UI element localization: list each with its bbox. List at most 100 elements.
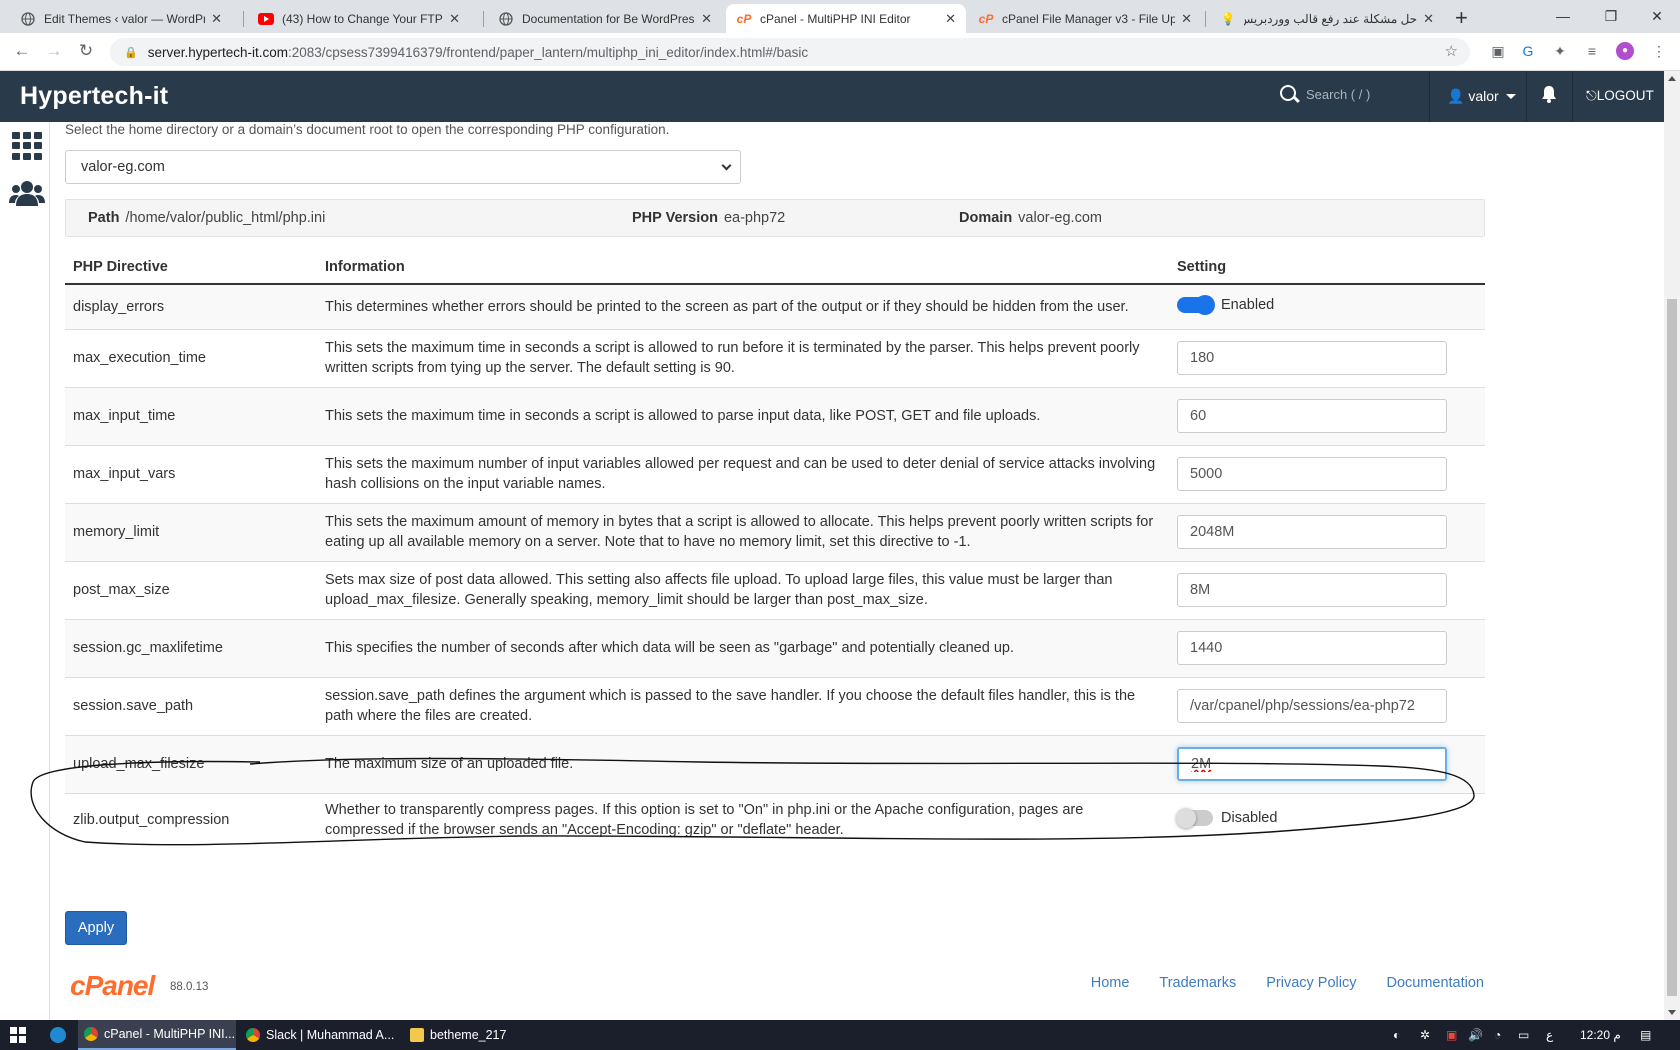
back-icon[interactable]: ← [10, 41, 34, 61]
bell-icon[interactable] [1541, 85, 1557, 103]
directive-info: This sets the maximum time in seconds a … [317, 328, 1169, 387]
taskbar-app-label: Slack | Muhammad A... [266, 1028, 395, 1042]
directive-name: upload_max_filesize [65, 734, 317, 793]
close-window-icon[interactable]: ✕ [1634, 4, 1680, 28]
footer-link-trademarks[interactable]: Trademarks [1159, 975, 1236, 991]
cpanel-icon: cP [978, 11, 994, 26]
browser-tab[interactable]: 💡 حل مشكلة عند رفع قالب ووردبريس ✕ [1210, 4, 1444, 33]
profile-avatar-icon[interactable]: ● [1616, 42, 1634, 60]
taskbar-app-slack[interactable]: Slack | Muhammad A... [240, 1020, 400, 1050]
toggle-knob[interactable] [1195, 294, 1215, 315]
setting-input-session-save-path[interactable] [1177, 689, 1447, 723]
reading-list-icon[interactable]: ≡ [1583, 42, 1601, 60]
domain-value: valor-eg.com [1018, 210, 1102, 226]
apps-grid-icon[interactable] [12, 132, 42, 160]
close-icon[interactable]: ✕ [701, 11, 712, 27]
setting-input-post-max-size[interactable] [1177, 573, 1447, 607]
toggle-track[interactable] [1176, 807, 1213, 828]
path-value: /home/valor/public_html/php.ini [125, 210, 326, 226]
domain-select[interactable]: valor-eg.com [65, 150, 741, 184]
bookmark-star-icon[interactable]: ☆ [1445, 42, 1458, 60]
taskbar-app-chrome[interactable]: cPanel - MultiPHP INI... [78, 1020, 236, 1050]
url-path: :2083/cpsess7399416379/frontend/paper_la… [288, 44, 809, 60]
toggle-track[interactable] [1177, 294, 1215, 315]
new-tab-icon[interactable]: + [1455, 5, 1468, 31]
page-scrollbar[interactable] [1664, 71, 1680, 1020]
tray-settings-icon[interactable]: ✲ [1420, 1028, 1430, 1042]
address-bar-row: ← → ↻ 🔒 server.hypertech-it.com:2083/cps… [0, 33, 1680, 71]
apply-button[interactable]: Apply [65, 911, 127, 945]
close-icon[interactable]: ✕ [449, 11, 460, 27]
path-info: Path/home/valor/public_html/php.ini [88, 210, 325, 226]
restore-icon[interactable]: ❐ [1588, 4, 1634, 28]
tray-pdf-icon[interactable]: ▣ [1446, 1028, 1457, 1042]
extension-camera-icon[interactable]: ▣ [1489, 42, 1507, 60]
taskbar-app-label: betheme_217 [430, 1028, 507, 1042]
footer-link-documentation[interactable]: Documentation [1386, 975, 1484, 991]
chrome-icon [84, 1027, 98, 1041]
setting-input-upload-max-filesize[interactable] [1177, 747, 1447, 781]
windows-start-icon[interactable] [10, 1027, 26, 1043]
cpanel-header: Hypertech-it Search ( / ) 👤 valor ⎋LOGOU… [0, 71, 1680, 122]
setting-input-memory-limit[interactable] [1177, 515, 1447, 549]
logout-button[interactable]: ⎋LOGOUT [1586, 88, 1654, 104]
tray-clock[interactable]: 12:20 م [1580, 1028, 1621, 1042]
lock-icon: 🔒 [124, 46, 138, 59]
notifications-icon[interactable]: ▤ [1640, 1028, 1651, 1042]
close-icon[interactable]: ✕ [1181, 11, 1192, 27]
search-input[interactable]: Search ( / ) [1306, 87, 1370, 102]
chevron-down-icon[interactable] [1506, 94, 1516, 99]
cpanel-icon: cP [736, 11, 752, 26]
close-icon[interactable]: ✕ [211, 11, 222, 27]
tray-wifi-icon[interactable]: ◔ [1494, 1028, 1501, 1042]
reload-icon[interactable]: ↻ [74, 41, 98, 61]
users-icon[interactable] [9, 178, 45, 208]
directive-info: Whether to transparently compress pages.… [317, 792, 1169, 846]
brand-title[interactable]: Hypertech-it [20, 82, 168, 111]
footer-link-home[interactable]: Home [1091, 975, 1130, 991]
header-divider [1429, 71, 1430, 122]
edge-icon[interactable] [44, 1020, 72, 1050]
scroll-up-icon[interactable] [1668, 76, 1676, 81]
php-version-label: PHP Version [632, 210, 718, 226]
toggle-knob[interactable] [1176, 807, 1196, 828]
minimize-icon[interactable]: — [1540, 4, 1586, 28]
directive-name: display_errors [65, 283, 317, 329]
tray-battery-icon[interactable]: ▭ [1518, 1028, 1529, 1042]
browser-tab-active[interactable]: cP cPanel - MultiPHP INI Editor ✕ [726, 4, 966, 33]
toggle-switch-off[interactable]: Disabled [1176, 807, 1277, 828]
tray-volume-icon[interactable]: 🔊 [1468, 1028, 1483, 1042]
directive-info: This determines whether errors should be… [317, 283, 1169, 329]
tab-title: cPanel - MultiPHP INI Editor [760, 11, 911, 26]
browser-menu-icon[interactable]: ⋮ [1650, 42, 1668, 60]
translate-icon[interactable]: G [1519, 42, 1537, 60]
browser-tab[interactable]: Edit Themes ‹ valor — WordPress ✕ [10, 4, 232, 33]
extensions-puzzle-icon[interactable]: ✦ [1551, 42, 1569, 60]
directive-info: This sets the maximum number of input va… [317, 444, 1169, 503]
toggle-switch-on[interactable]: Enabled [1177, 294, 1274, 315]
browser-tab[interactable]: (43) How to Change Your FTP Qu ✕ [248, 4, 470, 33]
browser-tab[interactable]: cP cPanel File Manager v3 - File Upl ✕ [968, 4, 1202, 33]
forward-icon[interactable]: → [42, 41, 66, 61]
directive-setting-cell: Disabled [1169, 792, 1485, 846]
browser-tab[interactable]: Documentation for Be WordPress ✕ [488, 4, 722, 33]
setting-input-max-execution-time[interactable] [1177, 341, 1447, 375]
directive-info: The maximum size of an uploaded file. [317, 734, 1169, 793]
setting-input-max-input-vars[interactable] [1177, 457, 1447, 491]
search-icon[interactable] [1280, 85, 1296, 101]
footer-link-privacy[interactable]: Privacy Policy [1266, 975, 1356, 991]
setting-input-max-input-time[interactable] [1177, 399, 1447, 433]
scroll-thumb[interactable] [1667, 299, 1677, 996]
close-icon[interactable]: ✕ [1423, 11, 1434, 27]
scroll-down-icon[interactable] [1668, 1010, 1676, 1015]
url-field[interactable]: 🔒 server.hypertech-it.com:2083/cpsess739… [110, 38, 1470, 66]
chrome-icon [246, 1028, 260, 1042]
tray-network-icon[interactable]: ◐ [1393, 1028, 1400, 1042]
table-header-row: PHP Directive Information Setting [65, 251, 1485, 285]
taskbar-app-folder[interactable]: betheme_217 [404, 1020, 554, 1050]
close-icon[interactable]: ✕ [945, 11, 956, 27]
setting-input-session-gc-maxlifetime[interactable] [1177, 631, 1447, 665]
table-row: session.save_path session.save_path defin… [65, 676, 1485, 735]
tray-language[interactable]: ع [1546, 1028, 1553, 1042]
user-menu[interactable]: 👤 valor [1447, 88, 1499, 105]
